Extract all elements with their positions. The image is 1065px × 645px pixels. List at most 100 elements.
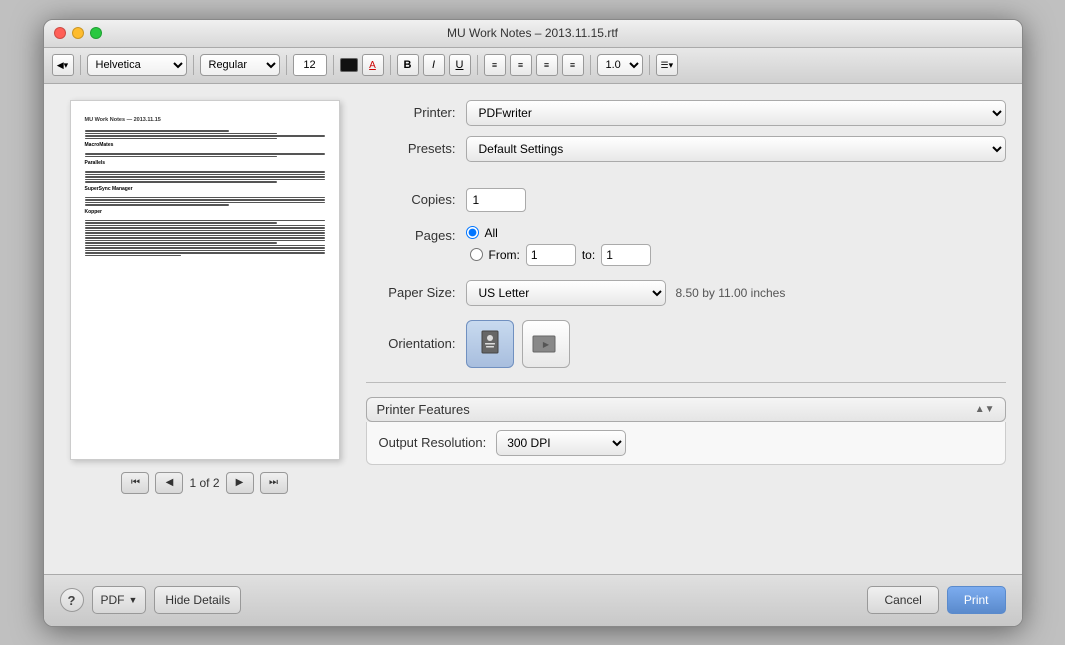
portrait-button[interactable]	[466, 320, 514, 368]
preview-section-5	[85, 220, 325, 257]
line-spacing-selector[interactable]: 1.0	[597, 54, 643, 76]
page-indicator: 1 of 2	[189, 476, 219, 490]
printer-label: Printer:	[366, 105, 456, 120]
portrait-icon	[479, 330, 501, 358]
landscape-icon: ▶	[532, 333, 560, 355]
printer-selector[interactable]: PDFwriter	[466, 100, 1006, 126]
nav-controls: ⏮ ◀ 1 of 2 ▶ ⏭	[121, 472, 287, 494]
close-button[interactable]	[54, 27, 66, 39]
toolbar-divider-8	[649, 55, 650, 75]
print-settings-panel: Printer: PDFwriter Presets: Default Sett…	[366, 100, 1006, 558]
preview-line	[85, 181, 277, 183]
preview-heading: Parallels	[85, 160, 325, 167]
hide-details-button[interactable]: Hide Details	[154, 586, 241, 614]
underline-button[interactable]: U	[449, 54, 471, 76]
maximize-button[interactable]	[90, 27, 102, 39]
window-title: MU Work Notes – 2013.11.15.rtf	[447, 26, 618, 40]
output-resolution-row: Output Resolution: 300 DPI	[366, 422, 1006, 465]
preview-line	[85, 179, 325, 181]
cancel-button[interactable]: Cancel	[867, 586, 938, 614]
to-label: to:	[582, 248, 595, 262]
features-title: Printer Features	[377, 402, 470, 417]
toolbar-divider-5	[390, 55, 391, 75]
preview-line	[85, 199, 325, 201]
printer-row: Printer: PDFwriter	[366, 100, 1006, 126]
preview-line	[85, 204, 229, 206]
align-right-button[interactable]: ≡	[536, 54, 558, 76]
next-page-button[interactable]: ▶	[226, 472, 254, 494]
font-selector[interactable]: Helvetica	[87, 54, 187, 76]
preview-line	[85, 220, 325, 222]
printer-features-header[interactable]: Printer Features ▲▼	[366, 397, 1006, 422]
text-color-button[interactable]: A	[362, 54, 384, 76]
printer-features-section: Printer Features ▲▼ Output Resolution: 3…	[366, 397, 1006, 465]
color-picker[interactable]	[340, 58, 358, 72]
preview-line	[85, 247, 325, 249]
preview-line	[85, 202, 325, 204]
align-left-button[interactable]: ≡	[484, 54, 506, 76]
copies-input[interactable]: 1	[466, 188, 526, 212]
pdf-button[interactable]: PDF ▼	[92, 586, 147, 614]
title-bar: MU Work Notes – 2013.11.15.rtf	[44, 20, 1022, 48]
preview-line	[85, 135, 325, 137]
preview-line	[85, 252, 325, 254]
pages-label: Pages:	[366, 226, 456, 243]
presets-selector[interactable]: Default Settings	[466, 136, 1006, 162]
preview-line	[85, 138, 277, 140]
toolbar-divider-2	[193, 55, 194, 75]
bold-button[interactable]: B	[397, 54, 419, 76]
copies-row: Copies: 1	[366, 188, 1006, 212]
pdf-dropdown-icon[interactable]: ▼	[129, 595, 138, 605]
pages-range-radio[interactable]	[470, 248, 483, 261]
align-justify-button[interactable]: ≡	[562, 54, 584, 76]
preview-line	[85, 171, 325, 173]
paper-size-dims: 8.50 by 11.00 inches	[676, 286, 786, 300]
last-page-button[interactable]: ⏭	[260, 472, 288, 494]
preview-line	[85, 230, 325, 232]
help-button[interactable]: ?	[60, 588, 84, 612]
to-page-input[interactable]	[601, 244, 651, 266]
from-label: From:	[489, 248, 520, 262]
font-style-selector[interactable]: Regular	[200, 54, 280, 76]
preview-line	[85, 222, 277, 224]
italic-button[interactable]: I	[423, 54, 445, 76]
toolbar-divider-6	[477, 55, 478, 75]
svg-text:▶: ▶	[542, 340, 549, 349]
print-button[interactable]: Print	[947, 586, 1006, 614]
first-page-button[interactable]: ⏮	[121, 472, 149, 494]
orientation-label: Orientation:	[366, 336, 456, 351]
toolbar: ◀▾ Helvetica Regular 12 A B I U ≡ ≡ ≡ ≡ …	[44, 48, 1022, 84]
main-content: MU Work Notes — 2013.11.15 MacroMates Pa…	[44, 84, 1022, 574]
prev-page-button[interactable]: ◀	[155, 472, 183, 494]
paper-size-label: Paper Size:	[366, 285, 456, 300]
paper-size-row: Paper Size: US Letter 8.50 by 11.00 inch…	[366, 280, 1006, 306]
orientation-row: Orientation: ▶	[366, 320, 1006, 368]
font-size-box[interactable]: 12	[293, 54, 327, 76]
preview-line	[85, 133, 277, 135]
toolbar-divider-3	[286, 55, 287, 75]
chevron-down-icon: ▲▼	[975, 404, 995, 415]
preview-line	[85, 130, 229, 132]
from-page-input[interactable]	[526, 244, 576, 266]
pages-row: Pages: All From: to:	[366, 226, 1006, 266]
output-resolution-selector[interactable]: 300 DPI	[496, 430, 626, 456]
separator-1	[366, 382, 1006, 383]
history-back-button[interactable]: ◀▾	[52, 54, 74, 76]
preview-line	[85, 176, 325, 178]
print-window: MU Work Notes – 2013.11.15.rtf ◀▾ Helvet…	[43, 19, 1023, 627]
preview-line	[85, 153, 325, 155]
page-preview: MU Work Notes — 2013.11.15 MacroMates Pa…	[70, 100, 340, 460]
preview-line	[85, 242, 277, 244]
align-center-button[interactable]: ≡	[510, 54, 532, 76]
minimize-button[interactable]	[72, 27, 84, 39]
pages-all-label: All	[485, 226, 498, 240]
pages-all-radio[interactable]	[466, 226, 479, 239]
landscape-button[interactable]: ▶	[522, 320, 570, 368]
preview-heading: MacroMates	[85, 142, 325, 149]
paper-size-selector[interactable]: US Letter	[466, 280, 666, 306]
list-button[interactable]: ☰▾	[656, 54, 679, 76]
pages-range-row: From: to:	[470, 244, 652, 266]
preview-section-1	[85, 130, 325, 139]
preview-line	[85, 197, 325, 199]
toolbar-divider-4	[333, 55, 334, 75]
